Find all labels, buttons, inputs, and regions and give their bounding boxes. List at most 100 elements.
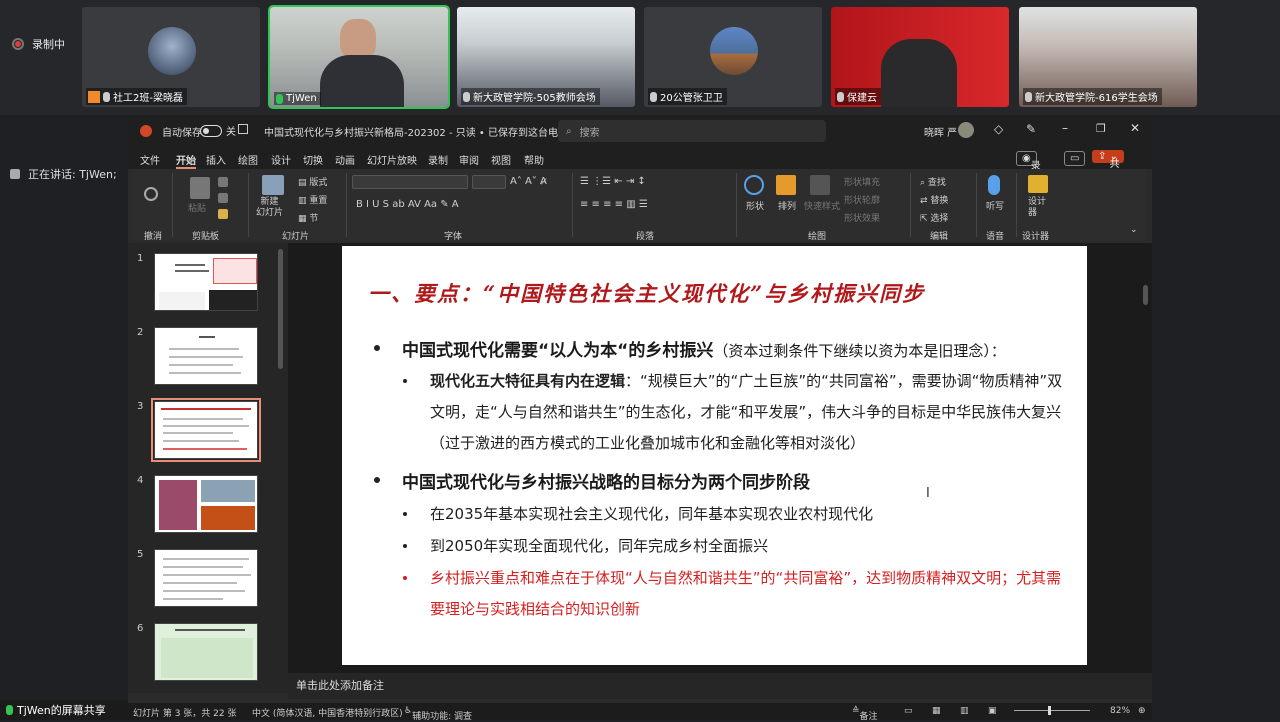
tab-help[interactable]: 帮助 — [524, 152, 544, 167]
cut-icon[interactable] — [218, 177, 228, 187]
reading-view-icon[interactable]: ▥ — [960, 706, 969, 716]
mic-icon — [650, 91, 657, 102]
minimize-icon[interactable]: – — [1062, 121, 1068, 135]
slide-thumbnail[interactable] — [154, 623, 258, 681]
comments-icon[interactable]: ▭ — [1064, 151, 1086, 166]
copy-icon[interactable] — [218, 193, 228, 203]
user-icon — [88, 90, 100, 103]
zoom-slider-thumb[interactable] — [1048, 706, 1051, 715]
canvas-scrollbar[interactable] — [1143, 285, 1148, 305]
collapse-ribbon-icon[interactable]: ⌄ — [1130, 225, 1138, 235]
participant-tile[interactable]: 新大政管学院-505教师会场 — [457, 7, 635, 107]
bullet-bold-text: 现代化五大特征具有内在逻辑 — [430, 372, 626, 390]
slideshow-icon[interactable]: ▣ — [988, 706, 997, 716]
paste-icon[interactable] — [190, 177, 210, 199]
shapes-icon[interactable] — [744, 175, 764, 195]
new-slide-button[interactable]: 新建 幻灯片 — [256, 197, 283, 219]
tab-transitions[interactable]: 切换 — [303, 152, 323, 167]
avatar[interactable] — [958, 122, 974, 138]
autosave-toggle[interactable]: 关 — [200, 123, 236, 138]
reset-button[interactable]: ▥ 重置 — [298, 193, 327, 206]
share-button[interactable]: ⇪ 共享 ⌄ — [1092, 150, 1124, 185]
participant-tile[interactable]: 20公管张卫卫 — [644, 7, 822, 107]
notes-pane[interactable]: 单击此处添加备注 — [288, 673, 1152, 699]
new-slide-icon[interactable] — [262, 175, 284, 195]
save-icon[interactable] — [238, 124, 248, 134]
participant-tile[interactable]: TjWen — [268, 5, 450, 109]
shape-effects-button[interactable]: 形状效果 — [844, 211, 880, 224]
font-format-buttons[interactable]: B I U S ab AV Aa ✎ A — [356, 199, 459, 210]
select-button[interactable]: ⇱ 选择 — [920, 211, 948, 224]
zoom-slider[interactable] — [1014, 710, 1090, 711]
bullet-subtext: （资本过剩条件下继续以资为本是旧理念）： — [713, 342, 1006, 360]
drawing-group-label: 绘图 — [808, 232, 827, 242]
participant-tile[interactable]: 新大政管学院-616学生会场 — [1019, 7, 1197, 107]
bullet-level1[interactable]: 中国式现代化与乡村振兴战略的目标分为两个同步阶段 — [402, 468, 810, 493]
tab-design[interactable]: 设计 — [271, 152, 291, 167]
align-buttons[interactable]: ≡ ≡ ≡ ≡ ▥ ☰ — [580, 199, 648, 210]
find-button[interactable]: ⌕ 查找 — [920, 175, 946, 188]
font-group-label: 字体 — [444, 232, 463, 242]
user-name[interactable]: 晓晖 严 — [924, 124, 957, 139]
font-size-controls[interactable]: A˄ A˅ A̷ — [510, 176, 547, 187]
tab-review[interactable]: 审阅 — [459, 152, 479, 167]
shape-outline-button[interactable]: 形状轮廓 — [844, 193, 880, 206]
slide-thumbnail[interactable] — [154, 327, 258, 385]
accessibility-status[interactable]: ♿ 辅助功能: 调查 — [404, 706, 472, 722]
normal-view-icon[interactable]: ▭ — [904, 706, 913, 716]
tab-file[interactable]: 文件 — [140, 152, 160, 167]
title-bar: 自动保存 关 中国式现代化与乡村振兴新格局-202302 - 只读 • 已保存到… — [128, 115, 1152, 147]
close-icon[interactable]: ✕ — [1130, 121, 1140, 135]
tab-animations[interactable]: 动画 — [335, 152, 355, 167]
quick-styles-icon[interactable] — [810, 175, 830, 195]
language-status[interactable]: 中文 (简体汉语, 中国香港特别行政区) — [252, 706, 403, 719]
zoom-level[interactable]: 82% — [1110, 706, 1130, 716]
font-name-field[interactable] — [352, 175, 468, 189]
pen-icon[interactable]: ✎ — [1026, 122, 1036, 136]
replace-button[interactable]: ⇄ 替换 — [920, 193, 948, 206]
bullet-level2[interactable]: 现代化五大特征具有内在逻辑：“规模巨大”的“广土巨族”的“共同富裕”，需要协调“… — [430, 366, 1070, 459]
tab-view[interactable]: 视图 — [491, 152, 511, 167]
slide-thumbnail[interactable] — [154, 475, 258, 533]
font-size-field[interactable] — [472, 175, 506, 189]
bullet-level2[interactable]: 到2050年实现全面现代化，同年完成乡村全面振兴 — [430, 531, 1070, 562]
section-button[interactable]: ▦ 节 — [298, 211, 318, 224]
thumbnail-number: 5 — [137, 549, 144, 560]
undo-icon[interactable] — [144, 187, 158, 201]
search-box[interactable]: ⌕ 搜索 — [558, 120, 826, 142]
slide-title[interactable]: 一、要点：“中国特色社会主义现代化”与乡村振兴同步 — [368, 278, 925, 308]
record-button[interactable]: ◉ 录制 — [1016, 151, 1041, 187]
slide[interactable]: 一、要点：“中国特色社会主义现代化”与乡村振兴同步 中国式现代化需要“以人为本“… — [342, 246, 1087, 665]
participant-name: 社工2班-梁晓磊 — [113, 93, 183, 104]
tab-slideshow[interactable]: 幻灯片放映 — [367, 152, 417, 167]
bullet-level1[interactable]: 中国式现代化需要“以人为本“的乡村振兴（资本过剩条件下继续以资为本是旧理念）： — [402, 336, 1006, 361]
shape-fill-button[interactable]: 形状填充 — [844, 175, 880, 188]
thumbnails-scrollbar[interactable] — [278, 249, 283, 369]
slide-thumbnail[interactable] — [154, 253, 258, 311]
tab-draw[interactable]: 绘图 — [238, 152, 258, 167]
arrange-icon[interactable] — [776, 175, 796, 195]
tab-record[interactable]: 录制 — [428, 152, 448, 167]
slide-thumbnail[interactable] — [154, 549, 258, 607]
designer-icon[interactable] — [1028, 175, 1048, 193]
slide-count: 幻灯片 第 3 张，共 22 张 — [133, 709, 237, 719]
participant-tile[interactable]: 保建云 — [831, 7, 1009, 107]
format-painter-icon[interactable] — [218, 209, 228, 219]
slide-sorter-icon[interactable]: ▦ — [932, 706, 941, 716]
slide-thumbnail-selected[interactable] — [151, 398, 261, 462]
layout-button[interactable]: ▤ 版式 — [298, 175, 327, 188]
search-placeholder: 搜索 — [579, 127, 600, 139]
fit-slide-icon[interactable]: ⊕ — [1138, 706, 1146, 716]
diamond-icon[interactable]: ◇ — [994, 122, 1003, 136]
restore-icon[interactable]: ❐ — [1096, 122, 1106, 135]
list-buttons[interactable]: ☰ ⋮☰ ⇤ ⇥ ↕ — [580, 176, 646, 187]
bullet-level2[interactable]: 在2035年基本实现社会主义现代化，同年基本实现农业农村现代化 — [430, 499, 1070, 530]
document-title[interactable]: 中国式现代化与乡村振兴新格局-202302 - 只读 • 已保存到这台电脑 ⌄ — [264, 124, 580, 139]
tab-home[interactable]: 开始 — [176, 152, 196, 169]
tab-insert[interactable]: 插入 — [206, 152, 226, 167]
microphone-icon[interactable] — [988, 175, 1000, 195]
recording-indicator[interactable]: 录制中 — [12, 36, 65, 52]
bullet-level2[interactable]: 乡村振兴重点和难点在于体现“人与自然和谐共生”的“共同富裕”，达到物质精神双文明… — [430, 563, 1070, 625]
participant-tile[interactable]: 社工2班-梁晓磊 — [82, 7, 260, 107]
notes-button[interactable]: ≙ 备注 — [852, 706, 878, 722]
